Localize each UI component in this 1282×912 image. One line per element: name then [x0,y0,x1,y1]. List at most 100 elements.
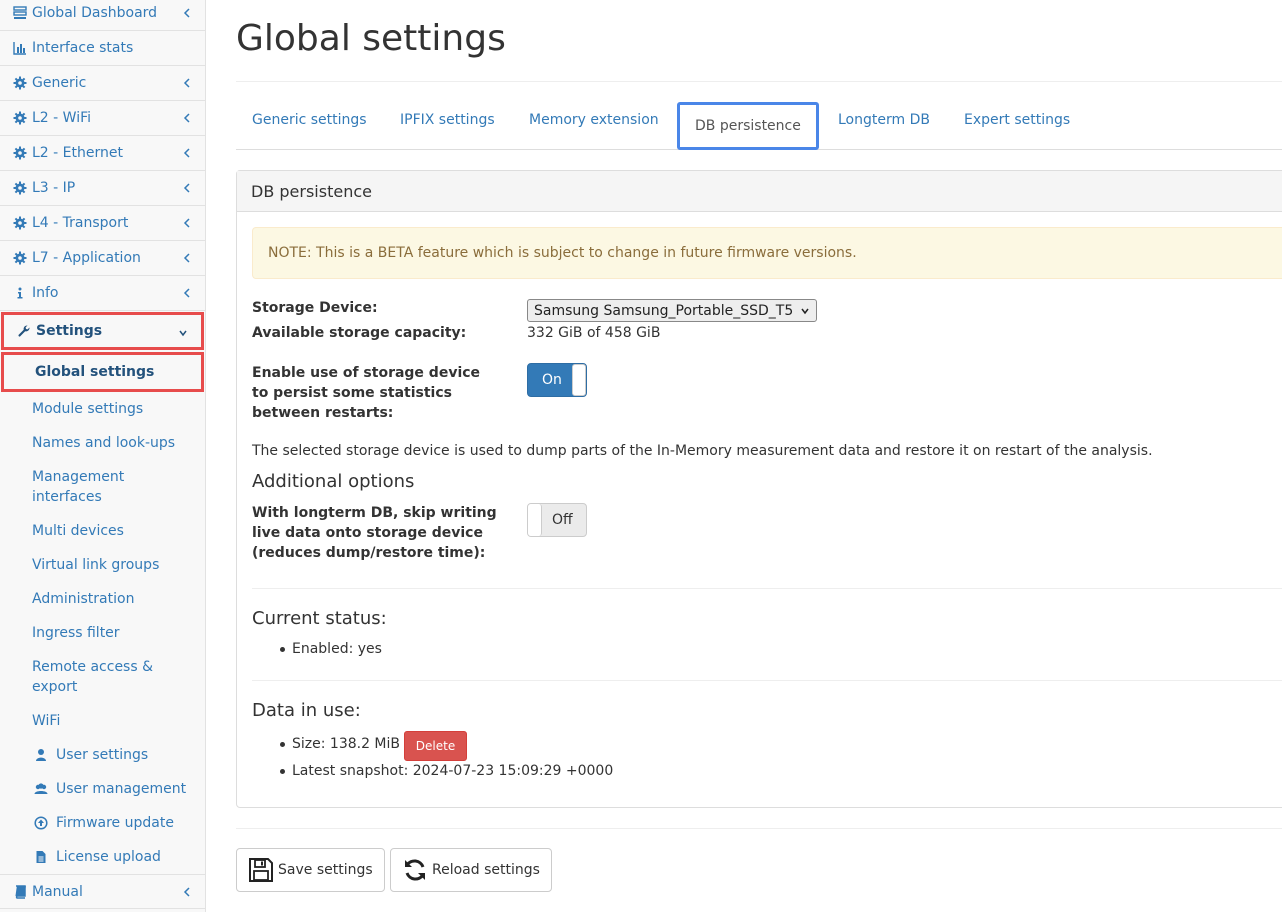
floppy-disk-icon [249,858,273,882]
dashboard-icon [12,5,28,21]
sidebar-subitem-firmware-update[interactable]: Firmware update [32,813,174,833]
label-line: to persist some statistics [252,385,452,401]
storage-device-select[interactable]: Samsung Samsung_Portable_SSD_T5 [527,299,817,322]
chevron-left-icon [183,113,190,123]
save-settings-button[interactable]: Save settings [236,848,385,892]
subitem-label: License upload [56,849,161,865]
refresh-icon [405,859,425,881]
current-status-heading: Current status: [252,608,387,629]
storage-description: The selected storage device is used to d… [252,443,1153,459]
subitem-label: User settings [56,747,149,763]
sidebar-subitem-license-upload[interactable]: License upload [32,847,161,867]
sidebar-item-label: Settings [36,323,103,339]
chevron-down-icon [179,330,187,337]
bullet-dot [280,646,285,652]
status-enabled: Enabled: yes [280,641,382,657]
reload-settings-label: Reload settings [432,862,540,878]
reload-settings-button[interactable]: Reload settings [390,848,552,892]
settings-tabs: Generic settings IPFIX settings Memory e… [236,100,1282,150]
gear-icon [12,250,28,266]
sidebar-item-settings[interactable]: Settings [1,312,204,350]
sidebar-item-label: L2 - WiFi [32,110,92,126]
additional-options-heading: Additional options [252,471,415,492]
sidebar-item-l7-application[interactable]: L7 - Application [0,241,205,276]
sidebar-item-info[interactable]: Info [0,276,205,311]
info-icon [12,285,28,301]
chevron-left-icon [183,253,190,263]
db-persistence-panel: DB persistence NOTE: This is a BETA feat… [236,170,1282,808]
data-size: Size: 138.2 MiB [280,736,400,752]
label-line: Enable use of storage device [252,365,481,381]
sidebar-item-global-dashboard[interactable]: Global Dashboard [0,0,205,31]
users-icon [34,783,48,794]
sidebar-item-label: L2 - Ethernet [32,145,123,161]
sidebar-item-label: L3 - IP [32,180,76,196]
sidebar-subitem-remote-access-export[interactable]: Remote access & export [32,657,153,697]
tab-db-persistence[interactable]: DB persistence [677,102,819,150]
enable-storage-toggle[interactable]: On [527,363,587,397]
data-in-use-heading: Data in use: [252,700,361,721]
sidebar-item-manual[interactable]: Manual [0,874,205,909]
sidebar-subitem-virtual-link-groups[interactable]: Virtual link groups [32,555,159,575]
sidebar-subitem-user-settings[interactable]: User settings [32,745,148,765]
page-title: Global settings [236,18,506,59]
sidebar-subitem-global-settings[interactable]: Global settings [1,352,204,392]
tab-generic-settings[interactable]: Generic settings [252,112,367,128]
gear-icon [12,215,28,231]
sidebar-subitem-administration[interactable]: Administration [32,589,134,609]
tab-longterm-db[interactable]: Longterm DB [838,112,930,128]
footer-divider [236,828,1282,829]
latest-snapshot: Latest snapshot: 2024-07-23 15:09:29 +00… [280,763,613,779]
save-settings-label: Save settings [278,862,373,878]
sidebar-subitem-wifi[interactable]: WiFi [32,711,60,731]
bullet-dot [280,741,285,747]
label-line: live data onto storage device [252,525,483,541]
gear-icon [12,180,28,196]
file-icon [36,851,46,863]
capacity-label: Available storage capacity: [252,325,467,341]
subitem-label-line: interfaces [32,489,102,505]
subitem-label: User management [56,781,187,797]
sidebar-item-label: Generic [32,75,87,91]
label-line: between restarts: [252,405,394,421]
subitem-label-line: Remote access & [32,659,154,675]
delete-button[interactable]: Delete [404,731,467,761]
sidebar-subitem-ingress-filter[interactable]: Ingress filter [32,623,120,643]
sidebar-subitem-multi-devices[interactable]: Multi devices [32,521,124,541]
sidebar-item-label: Manual [32,883,83,900]
sidebar-subitem-user-management[interactable]: User management [32,779,186,799]
toggle-state: Off [552,512,573,528]
gear-icon [12,75,28,91]
chevron-left-icon [183,218,190,228]
sidebar-item-generic[interactable]: Generic [0,66,205,101]
panel-heading: DB persistence [237,171,1282,212]
bar-chart-icon [12,40,28,56]
chevron-left-icon [183,183,190,193]
sidebar-item-label: L4 - Transport [32,215,129,231]
subitem-label: Firmware update [56,815,174,831]
subitem-label-line: export [32,679,78,695]
skip-live-data-label: With longterm DB, skip writing live data… [252,503,497,563]
sidebar-subitem-module-settings[interactable]: Module settings [32,399,143,419]
sidebar-item-l4-transport[interactable]: L4 - Transport [0,206,205,241]
sidebar-item-interface-stats[interactable]: Interface stats [0,31,205,66]
toggle-knob [572,364,586,396]
chevron-left-icon [183,288,190,298]
subitem-label-line: Management [32,469,125,485]
sidebar-subitem-management-interfaces[interactable]: Management interfaces [32,467,124,507]
beta-note: NOTE: This is a BETA feature which is su… [252,227,1282,279]
wrench-icon [16,323,32,339]
sidebar-item-label: Global Dashboard [32,5,158,21]
label-line: With longterm DB, skip writing [252,505,497,521]
skip-live-data-toggle[interactable]: Off [527,503,587,537]
sidebar-item-label: Info [32,285,59,301]
sidebar-item-l2-ethernet[interactable]: L2 - Ethernet [0,136,205,171]
sidebar-item-l3-ip[interactable]: L3 - IP [0,171,205,206]
tab-ipfix-settings[interactable]: IPFIX settings [400,112,495,128]
chevron-left-icon [183,148,190,158]
tab-expert-settings[interactable]: Expert settings [964,112,1070,128]
sidebar-subitem-names-lookups[interactable]: Names and look-ups [32,433,175,453]
sidebar-item-l2-wifi[interactable]: L2 - WiFi [0,101,205,136]
sidebar: Global Dashboard Interface stats Generic… [0,0,206,912]
tab-memory-extension[interactable]: Memory extension [529,112,659,128]
